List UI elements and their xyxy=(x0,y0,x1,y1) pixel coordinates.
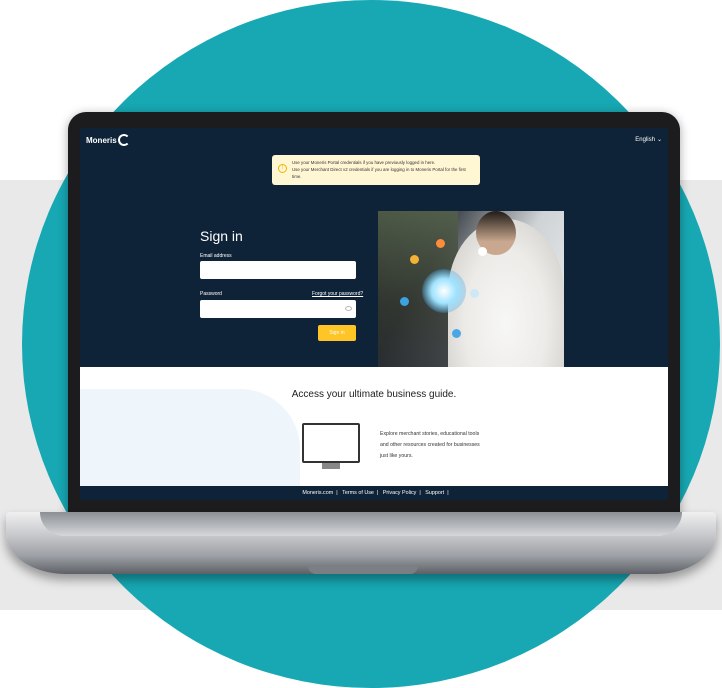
footer-link-terms[interactable]: Terms of Use xyxy=(339,486,377,500)
chevron-down-icon: ⌄ xyxy=(656,137,662,143)
show-password-icon[interactable] xyxy=(345,306,352,311)
hero-floating-icon xyxy=(470,289,479,298)
signin-title: Sign in xyxy=(200,228,243,244)
login-notice-banner: ! Use your Moneris Portal credentials if… xyxy=(272,155,480,185)
monitor-screen xyxy=(302,423,360,463)
moneris-logo[interactable]: Moneris xyxy=(86,134,130,146)
guide-background-shape xyxy=(80,389,300,486)
guide-monitor-illustration xyxy=(302,423,360,469)
language-selector[interactable]: English ⌄ xyxy=(635,136,662,144)
hero-floating-icon xyxy=(478,247,487,256)
business-guide-section: Access your ultimate business guide. Exp… xyxy=(80,367,668,486)
footer-link-privacy[interactable]: Privacy Policy xyxy=(380,486,420,500)
hero-image xyxy=(378,211,564,367)
password-label: Password xyxy=(200,291,222,297)
footer-link-support[interactable]: Support xyxy=(422,486,447,500)
guide-description: Explore merchant stories, educational to… xyxy=(380,431,480,459)
email-field[interactable] xyxy=(200,261,356,279)
hero-floating-icon xyxy=(452,329,461,338)
info-icon: ! xyxy=(278,164,287,173)
logo-swirl-icon xyxy=(117,134,130,146)
email-label: Email address xyxy=(200,253,232,259)
laptop-opening-notch xyxy=(308,566,418,574)
hero-cloud-orb xyxy=(422,269,466,313)
hero-floating-icon xyxy=(400,297,409,306)
forgot-password-link[interactable]: Forgot your password? xyxy=(312,291,363,297)
laptop-keyboard-edge xyxy=(40,512,682,536)
signin-button[interactable]: Sign in xyxy=(318,325,356,341)
language-label: English xyxy=(635,136,655,143)
notice-line-1: Use your Moneris Portal credentials if y… xyxy=(292,160,436,165)
laptop-screen: Moneris English ⌄ ! Use your Moneris Por… xyxy=(80,128,668,500)
footer-link-moneris[interactable]: Moneris.com xyxy=(299,486,336,500)
password-field[interactable] xyxy=(200,300,356,318)
hero-floating-icon xyxy=(436,239,445,248)
logo-text: Moneris xyxy=(86,135,117,145)
hero-floating-icon xyxy=(410,255,419,264)
footer: Moneris.com | Terms of Use | Privacy Polic… xyxy=(80,486,668,500)
guide-title: Access your ultimate business guide. xyxy=(291,389,457,400)
notice-line-2: Use your Merchant Direct v2 credentials … xyxy=(292,167,466,179)
monitor-stand xyxy=(322,463,340,469)
